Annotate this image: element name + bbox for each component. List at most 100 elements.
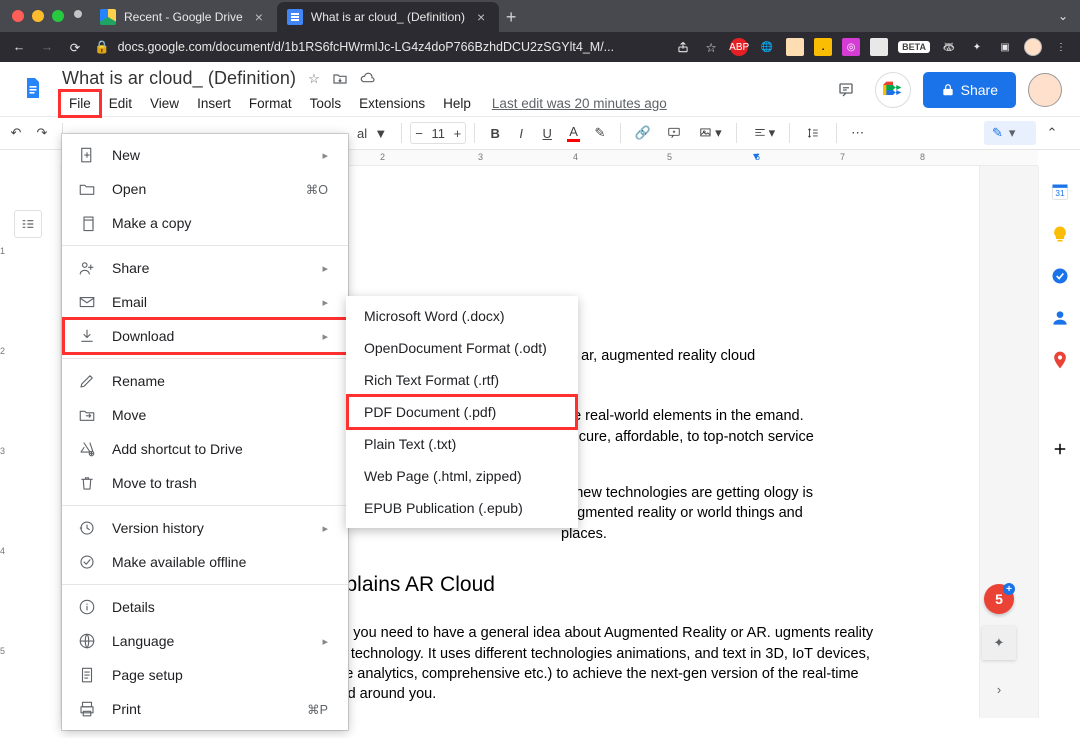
file-menu-copy[interactable]: Make a copy: [62, 206, 348, 240]
globe-ext-icon[interactable]: 🌐: [758, 38, 776, 56]
file-menu-email[interactable]: Email▸: [62, 285, 348, 319]
font-style-suffix[interactable]: al ▼: [351, 119, 393, 147]
menu-file[interactable]: File: [60, 91, 100, 116]
download-submenu[interactable]: Microsoft Word (.docx)OpenDocument Forma…: [346, 296, 578, 528]
tab-close-icon[interactable]: ×: [477, 9, 485, 25]
menu-help[interactable]: Help: [434, 91, 480, 116]
editing-mode-button[interactable]: ✎▾: [984, 121, 1036, 145]
insert-link-button[interactable]: 🔗: [629, 119, 657, 147]
download-option[interactable]: Microsoft Word (.docx): [346, 300, 578, 332]
chrome-menu-icon[interactable]: ⋮: [1052, 38, 1070, 56]
font-size-inc[interactable]: +: [454, 126, 462, 141]
os-max-btn[interactable]: [52, 10, 64, 22]
keep-ext-icon[interactable]: .: [814, 38, 832, 56]
star-icon[interactable]: ☆: [308, 71, 320, 87]
file-menu-language[interactable]: Language▸: [62, 624, 348, 658]
keep-panel-icon[interactable]: [1050, 224, 1070, 244]
menu-view[interactable]: View: [141, 91, 188, 116]
file-menu-new[interactable]: New▸: [62, 138, 348, 172]
os-close-btn[interactable]: [12, 10, 24, 22]
menu-insert[interactable]: Insert: [188, 91, 240, 116]
doc-heading: Explains AR Cloud: [321, 570, 889, 599]
insert-comment-button[interactable]: [659, 119, 689, 147]
browser-tab-drive[interactable]: Recent - Google Drive ×: [90, 2, 277, 32]
last-edit-link[interactable]: Last edit was 20 minutes ago: [492, 96, 667, 111]
tasks-panel-icon[interactable]: [1050, 266, 1070, 286]
insert-image-button[interactable]: ▾: [691, 119, 728, 147]
side-panel-toggle-icon[interactable]: ›: [982, 672, 1016, 706]
tab-close-icon[interactable]: ×: [255, 9, 263, 25]
file-menu-share[interactable]: Share▸: [62, 251, 348, 285]
vertical-ruler[interactable]: 12345: [0, 186, 12, 738]
browser-tab-doc[interactable]: What is ar cloud_ (Definition) ×: [277, 2, 499, 32]
share-url-icon[interactable]: [674, 38, 692, 56]
download-option[interactable]: Web Page (.html, zipped): [346, 460, 578, 492]
file-menu-trash[interactable]: Move to trash: [62, 466, 348, 500]
highlight-color-button[interactable]: ✎: [588, 119, 612, 147]
file-menu-print[interactable]: Print⌘P: [62, 692, 348, 726]
window-dropdown-icon[interactable]: ⌄: [1058, 9, 1068, 23]
download-option[interactable]: OpenDocument Format (.odt): [346, 332, 578, 364]
comment-history-icon[interactable]: [829, 73, 863, 107]
add-on-plus-icon[interactable]: [1051, 440, 1069, 458]
bold-button[interactable]: B: [483, 119, 507, 147]
outline-toggle-button[interactable]: [14, 210, 42, 238]
file-dropdown[interactable]: New▸Open⌘OMake a copy Share▸Email▸Downloa…: [62, 134, 348, 730]
file-menu-rename[interactable]: Rename: [62, 364, 348, 398]
contacts-panel-icon[interactable]: [1050, 308, 1070, 328]
os-min-btn[interactable]: [32, 10, 44, 22]
side-panel-icon[interactable]: ▣: [996, 38, 1014, 56]
line-spacing-button[interactable]: [798, 119, 828, 147]
file-menu-shortcut-drive[interactable]: Add shortcut to Drive: [62, 432, 348, 466]
align-button[interactable]: ▾: [745, 119, 782, 147]
download-option[interactable]: Rich Text Format (.rtf): [346, 364, 578, 396]
new-tab-button[interactable]: +: [499, 2, 527, 32]
bookmark-icon[interactable]: ☆: [702, 38, 720, 56]
menu-tools[interactable]: Tools: [301, 91, 351, 116]
ext-icon-4[interactable]: 🦝: [940, 38, 958, 56]
menu-format[interactable]: Format: [240, 91, 301, 116]
hide-menus-button[interactable]: ⌃: [1040, 119, 1064, 147]
share-button[interactable]: Share: [923, 72, 1016, 108]
ext-icon-2[interactable]: ◎: [842, 38, 860, 56]
underline-button[interactable]: U: [535, 119, 559, 147]
move-doc-icon[interactable]: [332, 71, 348, 87]
doc-title[interactable]: What is ar cloud_ (Definition): [62, 68, 296, 89]
meet-button[interactable]: [875, 72, 911, 108]
file-menu-open[interactable]: Open⌘O: [62, 172, 348, 206]
back-button[interactable]: ←: [10, 38, 28, 56]
italic-button[interactable]: I: [509, 119, 533, 147]
redo-button[interactable]: ↷: [30, 119, 54, 147]
file-menu-download[interactable]: Download▸: [62, 319, 348, 353]
calendar-panel-icon[interactable]: 31: [1050, 182, 1070, 202]
extensions-icon[interactable]: ✦: [968, 38, 986, 56]
profile-avatar[interactable]: [1028, 73, 1062, 107]
ext-icon-1[interactable]: [786, 38, 804, 56]
adblock-ext-icon[interactable]: ABP: [730, 38, 748, 56]
cloud-status-icon[interactable]: [360, 71, 376, 87]
download-option[interactable]: EPUB Publication (.epub): [346, 492, 578, 524]
font-size-dec[interactable]: −: [415, 126, 423, 141]
notifications-button[interactable]: 5+: [984, 584, 1014, 614]
menu-extensions[interactable]: Extensions: [350, 91, 434, 116]
ext-icon-3[interactable]: [870, 38, 888, 56]
maps-panel-icon[interactable]: [1050, 350, 1070, 370]
more-button[interactable]: ⋯: [845, 119, 870, 147]
file-menu-history[interactable]: Version history▸: [62, 511, 348, 545]
text-color-button[interactable]: A: [561, 119, 586, 147]
undo-button[interactable]: ↶: [4, 119, 28, 147]
profile-avatar-icon[interactable]: [1024, 38, 1042, 56]
file-menu-offline[interactable]: Make available offline: [62, 545, 348, 579]
font-size-control[interactable]: − 11 +: [410, 122, 466, 144]
reload-button[interactable]: ⟳: [66, 38, 84, 56]
address-input[interactable]: 🔒 docs.google.com/document/d/1b1RS6fcHWr…: [94, 40, 664, 55]
forward-button[interactable]: →: [38, 38, 56, 56]
file-menu-page-setup[interactable]: Page setup: [62, 658, 348, 692]
download-option[interactable]: Plain Text (.txt): [346, 428, 578, 460]
download-option[interactable]: PDF Document (.pdf): [346, 396, 578, 428]
file-menu-details[interactable]: Details: [62, 590, 348, 624]
file-menu-move[interactable]: Move: [62, 398, 348, 432]
explore-button[interactable]: ✦: [982, 626, 1016, 660]
docs-logo[interactable]: [14, 70, 52, 106]
menu-edit[interactable]: Edit: [100, 91, 141, 116]
